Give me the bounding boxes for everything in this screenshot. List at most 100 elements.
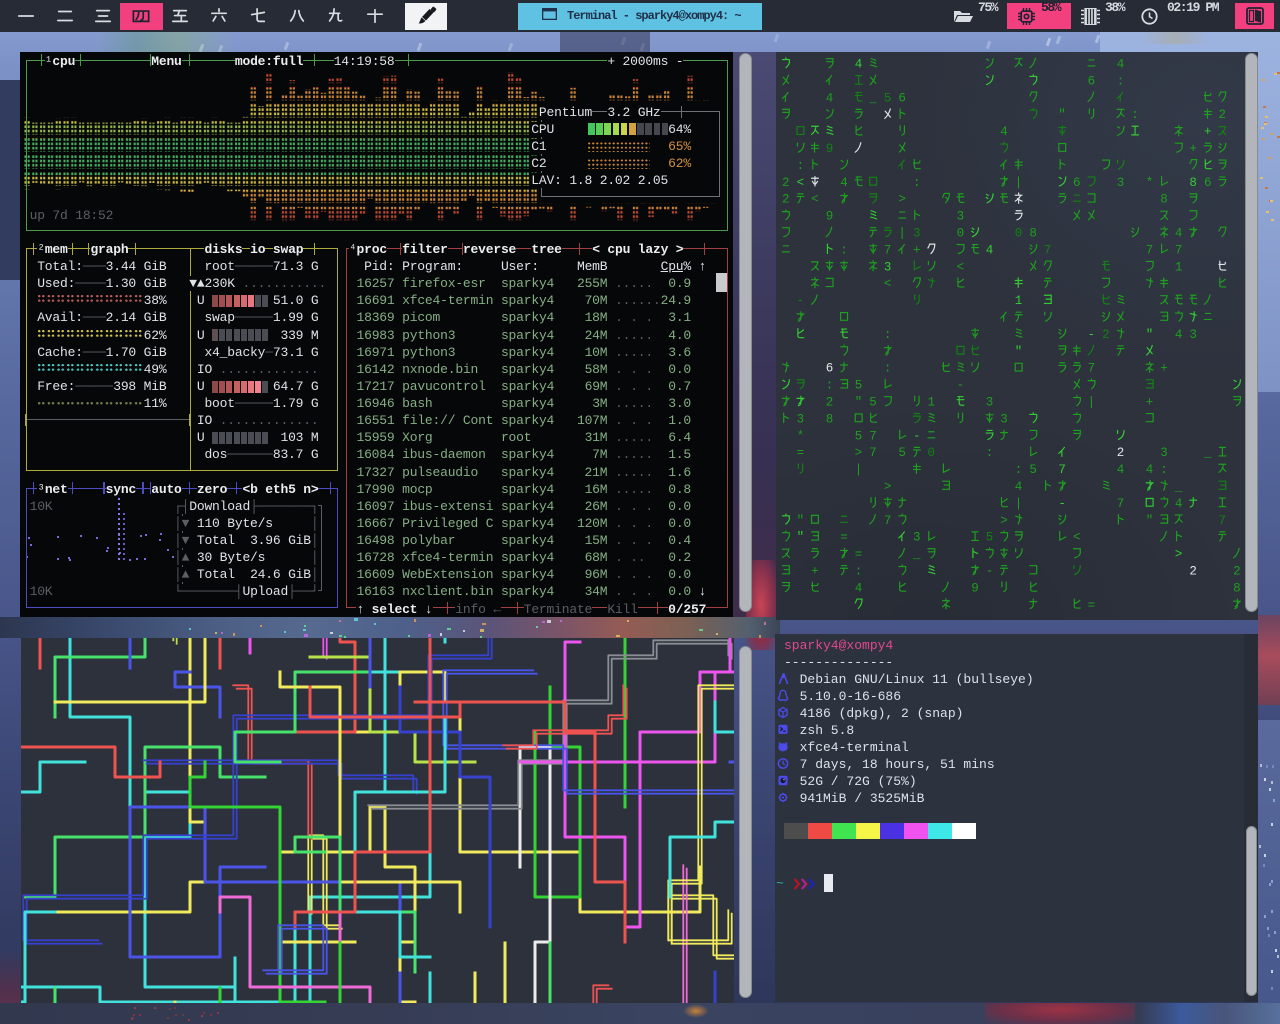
svg-text:7: 7 (1219, 514, 1227, 528)
svg-text::: : (826, 379, 834, 393)
svg-text:>: > (884, 480, 892, 494)
svg-text:8: 8 (826, 412, 834, 426)
svg-text::: : (884, 328, 892, 342)
svg-text:|: | (1015, 176, 1023, 190)
svg-text:-: - (957, 379, 965, 393)
svg-text:0: 0 (957, 227, 965, 241)
svg-text:7: 7 (869, 429, 877, 443)
svg-text:2: 2 (782, 176, 790, 190)
svg-text:5: 5 (855, 379, 863, 393)
svg-text:|: | (898, 227, 906, 241)
svg-text:3: 3 (1117, 176, 1125, 190)
svg-text:8: 8 (1233, 581, 1241, 595)
svg-text:3: 3 (1160, 446, 1168, 460)
svg-text:_: _ (868, 91, 877, 105)
svg-text:+: + (1146, 396, 1154, 410)
svg-text:2: 2 (1117, 446, 1125, 460)
svg-text::: : (986, 446, 994, 460)
svg-text:7: 7 (884, 514, 892, 528)
svg-text:6: 6 (1073, 176, 1081, 190)
svg-text:2: 2 (1219, 108, 1227, 122)
svg-text:5: 5 (869, 396, 877, 410)
svg-text:5: 5 (986, 531, 994, 545)
svg-text:4: 4 (1175, 328, 1183, 342)
svg-text:3: 3 (797, 412, 805, 426)
svg-text:4: 4 (1117, 58, 1125, 72)
svg-text:5: 5 (1029, 463, 1037, 477)
svg-text:_: _ (912, 548, 921, 562)
svg-text::: : (1160, 463, 1168, 477)
svg-text:8: 8 (1029, 227, 1037, 241)
svg-text:6: 6 (1204, 176, 1212, 190)
svg-text:9: 9 (826, 210, 834, 224)
svg-text:4: 4 (1000, 125, 1008, 139)
svg-text::: : (840, 243, 848, 257)
svg-text:7: 7 (1146, 243, 1154, 257)
svg-text:4: 4 (986, 243, 994, 257)
svg-text:6: 6 (898, 91, 906, 105)
svg-text:4: 4 (855, 581, 863, 595)
svg-text:3: 3 (884, 260, 892, 274)
svg-text:7: 7 (884, 243, 892, 257)
svg-text:-: - (986, 565, 994, 579)
svg-text:7: 7 (1088, 362, 1096, 376)
svg-text:5: 5 (884, 91, 892, 105)
svg-text:": " (1058, 108, 1066, 122)
svg-text:|: | (855, 463, 863, 477)
svg-text:": " (797, 514, 805, 528)
svg-text:": " (855, 396, 863, 410)
svg-text::: : (797, 159, 805, 173)
svg-text:6: 6 (1088, 74, 1096, 88)
svg-text:+: + (1189, 142, 1197, 156)
svg-text:8: 8 (1160, 193, 1168, 207)
svg-text::: : (1015, 463, 1023, 477)
svg-text:|: | (1088, 396, 1096, 410)
svg-text:7: 7 (1175, 243, 1183, 257)
svg-text:4: 4 (1175, 227, 1183, 241)
svg-text:<: < (957, 260, 965, 274)
svg-text::: : (884, 362, 892, 376)
svg-text:|: | (1015, 497, 1023, 511)
svg-text:2: 2 (1189, 565, 1197, 579)
svg-text:=: = (1088, 598, 1096, 612)
svg-text:=: = (840, 531, 848, 545)
svg-text:+: + (1204, 125, 1212, 139)
svg-text:7: 7 (1117, 497, 1125, 511)
svg-text::: : (913, 176, 921, 190)
svg-text:_: _ (1174, 480, 1183, 494)
svg-text:3: 3 (986, 396, 994, 410)
svg-text::: : (855, 565, 863, 579)
svg-text:5: 5 (855, 429, 863, 443)
svg-text:4: 4 (1015, 480, 1023, 494)
svg-text:": " (1146, 328, 1154, 342)
svg-text:-: - (913, 429, 921, 443)
svg-text:*: * (797, 429, 805, 443)
svg-text:-: - (1058, 497, 1066, 511)
svg-text:2: 2 (1102, 328, 1110, 342)
svg-text:7: 7 (869, 446, 877, 460)
svg-text:8: 8 (1189, 176, 1197, 190)
svg-text:=: = (797, 446, 805, 460)
svg-text:4: 4 (1146, 463, 1154, 477)
svg-text:7: 7 (1044, 243, 1052, 257)
svg-text:<: < (1073, 531, 1081, 545)
svg-text:": " (1146, 514, 1154, 528)
svg-text:_: _ (1203, 446, 1212, 460)
svg-text:<: < (884, 277, 892, 291)
svg-text:": " (1015, 345, 1023, 359)
svg-text:<: < (797, 176, 805, 190)
svg-text:4: 4 (1175, 497, 1183, 511)
svg-text:2: 2 (1233, 565, 1241, 579)
svg-text:-: - (797, 294, 805, 308)
svg-text:+: + (811, 565, 819, 579)
svg-text:6: 6 (826, 362, 834, 376)
svg-text:-: - (1088, 328, 1096, 342)
svg-text:1: 1 (1015, 294, 1023, 308)
svg-text:2: 2 (826, 396, 834, 410)
svg-text:*: * (1146, 176, 1154, 190)
svg-text::: : (1117, 74, 1125, 88)
svg-text:4: 4 (1117, 463, 1125, 477)
svg-text:3: 3 (957, 210, 965, 224)
svg-text:9: 9 (971, 581, 979, 595)
svg-text:3: 3 (913, 531, 921, 545)
